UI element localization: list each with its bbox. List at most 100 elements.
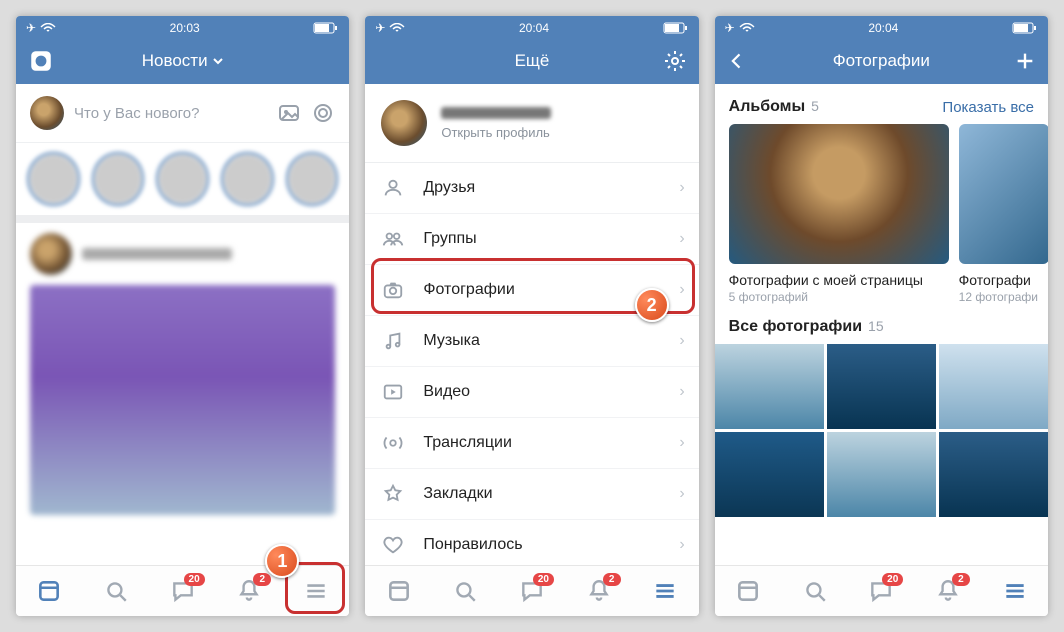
status-bar: ✈︎ 20:04 [365,16,698,38]
menu-music[interactable]: Музыка › [365,316,698,367]
tab-news[interactable] [29,571,69,611]
broadcast-icon [381,432,405,454]
header: Ещё [365,38,698,84]
header: Новости [16,38,349,84]
story[interactable] [224,155,271,203]
header-title[interactable]: Новости [142,51,224,71]
status-bar: ✈︎ 20:03 [16,16,349,38]
avatar [381,100,427,146]
menu-label: Видео [423,383,470,401]
header-title: Ещё [515,51,550,71]
photo[interactable] [827,432,936,517]
tab-search[interactable] [445,571,485,611]
photo[interactable] [939,432,1048,517]
profile-row[interactable]: Открыть профиль [365,84,698,163]
menu-live[interactable]: Трансляции › [365,418,698,469]
battery-icon [313,22,339,34]
status-time: 20:03 [170,21,200,35]
album-sub: 5 фотографий [729,290,949,304]
tab-messages[interactable]: 20 [861,571,901,611]
battery-icon [1012,22,1038,34]
tab-notifications[interactable]: 2 [229,571,269,611]
albums-row[interactable]: Фотографии с моей страницы 5 фотографий … [715,124,1048,304]
photo[interactable] [827,344,936,429]
tab-notifications[interactable]: 2 [928,571,968,611]
plus-icon [1014,50,1036,72]
post-avatar[interactable] [30,233,72,275]
camera-icon [381,279,405,301]
story[interactable] [289,155,336,203]
photo-icon[interactable] [277,101,301,125]
tab-more[interactable] [645,571,685,611]
tab-more[interactable] [296,571,336,611]
album-title: Фотографии с моей страницы [729,272,949,288]
menu-label: Понравилось [423,536,522,554]
stories-row[interactable] [16,143,349,223]
wifi-icon [40,23,56,33]
camera-button[interactable] [28,48,54,74]
screen-photos: ✈︎ 20:04 Фотографии Альбомы5 Показать вс… [715,16,1048,616]
status-bar: ✈︎ 20:04 [715,16,1048,38]
settings-button[interactable] [663,49,687,73]
tab-search[interactable] [96,571,136,611]
live-icon[interactable] [311,101,335,125]
tab-bar: 20 2 [16,565,349,616]
chevron-right-icon: › [679,230,684,248]
tab-search[interactable] [795,571,835,611]
show-all-link[interactable]: Показать все [942,99,1034,116]
profile-name [441,107,551,119]
menu-friends[interactable]: Друзья › [365,163,698,214]
tab-more[interactable] [995,571,1035,611]
post-image[interactable] [30,285,335,515]
menu-groups[interactable]: Группы › [365,214,698,265]
heart-icon [381,534,405,556]
chevron-right-icon: › [679,383,684,401]
badge: 20 [184,573,205,586]
story[interactable] [95,155,142,203]
album-title: Фотографи [959,272,1048,288]
friends-icon [381,177,405,199]
avatar[interactable] [30,96,64,130]
post-author [82,248,232,260]
tab-messages[interactable]: 20 [512,571,552,611]
battery-icon [663,22,689,34]
callout-2: 2 [635,288,669,322]
all-count: 15 [868,318,884,334]
badge: 2 [603,573,621,586]
menu-bookmarks[interactable]: Закладки › [365,469,698,520]
chevron-right-icon: › [679,281,684,299]
composer[interactable]: Что у Вас нового? [16,84,349,143]
tab-messages[interactable]: 20 [163,571,203,611]
albums-header: Альбомы5 Показать все [715,84,1048,124]
header: Фотографии [715,38,1048,84]
album-thumb [729,124,949,264]
album-sub: 12 фотографи [959,290,1048,304]
add-button[interactable] [1014,50,1036,72]
back-button[interactable] [727,51,747,71]
screen-more: ✈︎ 20:04 Ещё Открыть профиль [365,16,698,616]
groups-icon [381,228,405,250]
photo[interactable] [715,432,824,517]
photo-grid [715,344,1048,517]
badge: 20 [882,573,903,586]
menu-label: Фотографии [423,281,514,299]
wifi-icon [739,23,755,33]
chevron-right-icon: › [679,434,684,452]
menu-label: Закладки [423,485,492,503]
menu-video[interactable]: Видео › [365,367,698,418]
tab-bar: 20 2 [365,565,698,616]
feed-post[interactable] [16,223,349,515]
profile-sub: Открыть профиль [441,125,551,140]
tab-news[interactable] [379,571,419,611]
menu-liked[interactable]: Понравилось › [365,520,698,565]
story[interactable] [30,155,77,203]
photo[interactable] [939,344,1048,429]
story[interactable] [159,155,206,203]
chevron-right-icon: › [679,485,684,503]
tab-news[interactable] [728,571,768,611]
album[interactable]: Фотографи 12 фотографи [959,124,1048,304]
chevron-right-icon: › [679,536,684,554]
album[interactable]: Фотографии с моей страницы 5 фотографий [729,124,949,304]
photo[interactable] [715,344,824,429]
tab-notifications[interactable]: 2 [579,571,619,611]
